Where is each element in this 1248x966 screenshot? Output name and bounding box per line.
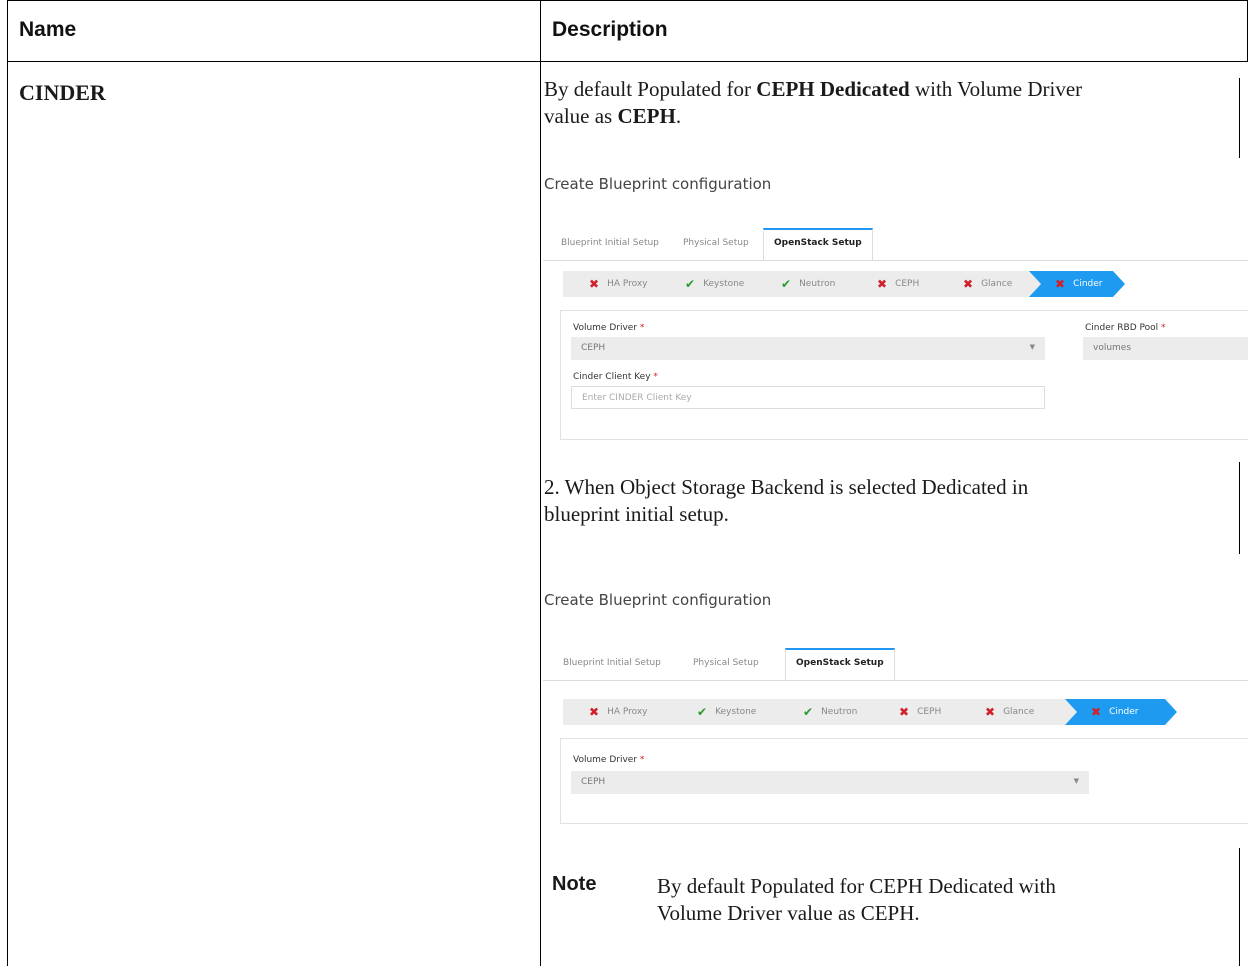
- step-ha-proxy[interactable]: ✖ HA Proxy: [563, 699, 685, 725]
- figure1-screenshot: Blueprint Initial Setup Physical Setup O…: [543, 228, 1248, 443]
- desc1-bold-ceph: CEPH: [617, 104, 676, 128]
- change-bar: [1239, 462, 1240, 554]
- step-neutron[interactable]: ✔ Neutron: [755, 271, 865, 297]
- close-icon: ✖: [985, 705, 996, 719]
- volume-driver-label: Volume Driver *: [573, 755, 645, 765]
- header-name: Name: [19, 18, 77, 41]
- desc1-period: .: [675, 104, 682, 128]
- header-bottom-border: [7, 61, 1248, 62]
- note-label: Note: [552, 873, 597, 895]
- step-label: CEPH: [895, 279, 920, 289]
- step-label: CEPH: [917, 707, 942, 717]
- desc1-text-mid: with Volume Driver: [909, 77, 1083, 101]
- desc2-line1: 2. When Object Storage Backend is select…: [544, 475, 1029, 499]
- change-bar: [1239, 78, 1240, 158]
- table-top-border: [7, 0, 1248, 1]
- rbd-pool-label: Cinder RBD Pool *: [1085, 323, 1166, 333]
- figure2-tabs: Blueprint Initial Setup Physical Setup O…: [543, 648, 1248, 681]
- client-key-input[interactable]: Enter CINDER Client Key: [571, 386, 1045, 409]
- figure2-screenshot: Blueprint Initial Setup Physical Setup O…: [543, 648, 1248, 844]
- step-label: Cinder: [1073, 279, 1103, 289]
- volume-driver-label: Volume Driver *: [573, 323, 645, 333]
- tab-blueprint-initial-setup[interactable]: Blueprint Initial Setup: [561, 238, 659, 248]
- step-label: Keystone: [715, 707, 757, 717]
- table-left-border: [7, 0, 8, 966]
- step-label: Neutron: [821, 707, 858, 717]
- step-ceph[interactable]: ✖ CEPH: [851, 271, 951, 297]
- header-description: Description: [552, 18, 668, 41]
- step-keystone[interactable]: ✔ Keystone: [659, 271, 769, 297]
- description-paragraph-1: By default Populated for CEPH Dedicated …: [544, 76, 1082, 130]
- figure2-form-panel: Volume Driver * CEPH ▼: [560, 738, 1248, 824]
- tab-openstack-setup[interactable]: OpenStack Setup: [785, 648, 895, 680]
- note-text: By default Populated for CEPH Dedicated …: [657, 873, 1197, 927]
- close-icon: ✖: [1091, 705, 1102, 719]
- row-name-cinder: CINDER: [19, 80, 106, 105]
- checkmark-icon: ✔: [685, 277, 696, 291]
- tab-physical-setup[interactable]: Physical Setup: [693, 658, 759, 668]
- close-icon: ✖: [963, 277, 974, 291]
- step-glance[interactable]: ✖ Glance: [937, 271, 1043, 297]
- volume-driver-select[interactable]: CEPH ▼: [571, 771, 1089, 794]
- desc1-bold-ceph-dedicated: CEPH Dedicated: [756, 77, 910, 101]
- close-icon: ✖: [589, 277, 600, 291]
- step-label: Glance: [981, 279, 1013, 289]
- step-label: HA Proxy: [607, 707, 648, 717]
- desc2-line2: blueprint initial setup.: [544, 502, 729, 526]
- column-divider: [540, 0, 541, 966]
- step-neutron[interactable]: ✔ Neutron: [777, 699, 887, 725]
- figure2-title: Create Blueprint configuration: [544, 591, 772, 609]
- change-bar: [1239, 848, 1240, 966]
- close-icon: ✖: [877, 277, 888, 291]
- close-icon: ✖: [589, 705, 600, 719]
- tab-physical-setup[interactable]: Physical Setup: [683, 238, 749, 248]
- step-label: Glance: [1003, 707, 1035, 717]
- rbd-pool-input[interactable]: volumes: [1083, 337, 1248, 360]
- chevron-down-icon: ▼: [1073, 777, 1079, 785]
- step-ha-proxy[interactable]: ✖ HA Proxy: [563, 271, 673, 297]
- desc1-text-line2: value as: [544, 104, 618, 128]
- step-cinder[interactable]: ✖ Cinder: [1029, 271, 1125, 297]
- step-label: HA Proxy: [607, 279, 648, 289]
- tab-blueprint-initial-setup[interactable]: Blueprint Initial Setup: [563, 658, 661, 668]
- close-icon: ✖: [1055, 277, 1066, 291]
- checkmark-icon: ✔: [697, 705, 708, 719]
- description-paragraph-2: 2. When Object Storage Backend is select…: [544, 474, 1028, 528]
- chevron-down-icon: ▼: [1029, 343, 1035, 351]
- note-line1: By default Populated for CEPH Dedicated …: [657, 874, 1056, 898]
- checkmark-icon: ✔: [803, 705, 814, 719]
- step-cinder[interactable]: ✖ Cinder: [1065, 699, 1177, 725]
- step-label: Cinder: [1109, 707, 1139, 717]
- client-key-label: Cinder Client Key *: [573, 372, 658, 382]
- step-ceph[interactable]: ✖ CEPH: [873, 699, 973, 725]
- volume-driver-select[interactable]: CEPH ▼: [571, 337, 1045, 360]
- close-icon: ✖: [899, 705, 910, 719]
- note-line2: Volume Driver value as CEPH.: [657, 901, 920, 925]
- step-label: Neutron: [799, 279, 836, 289]
- tab-openstack-setup[interactable]: OpenStack Setup: [763, 228, 873, 260]
- step-glance[interactable]: ✖ Glance: [959, 699, 1079, 725]
- figure1-tabs: Blueprint Initial Setup Physical Setup O…: [543, 228, 1248, 261]
- step-label: Keystone: [703, 279, 745, 289]
- step-keystone[interactable]: ✔ Keystone: [671, 699, 791, 725]
- desc1-text: By default Populated for: [544, 77, 757, 101]
- figure1-form-panel: Volume Driver * CEPH ▼ Cinder RBD Pool * …: [560, 310, 1248, 440]
- checkmark-icon: ✔: [781, 277, 792, 291]
- figure1-title: Create Blueprint configuration: [544, 175, 772, 193]
